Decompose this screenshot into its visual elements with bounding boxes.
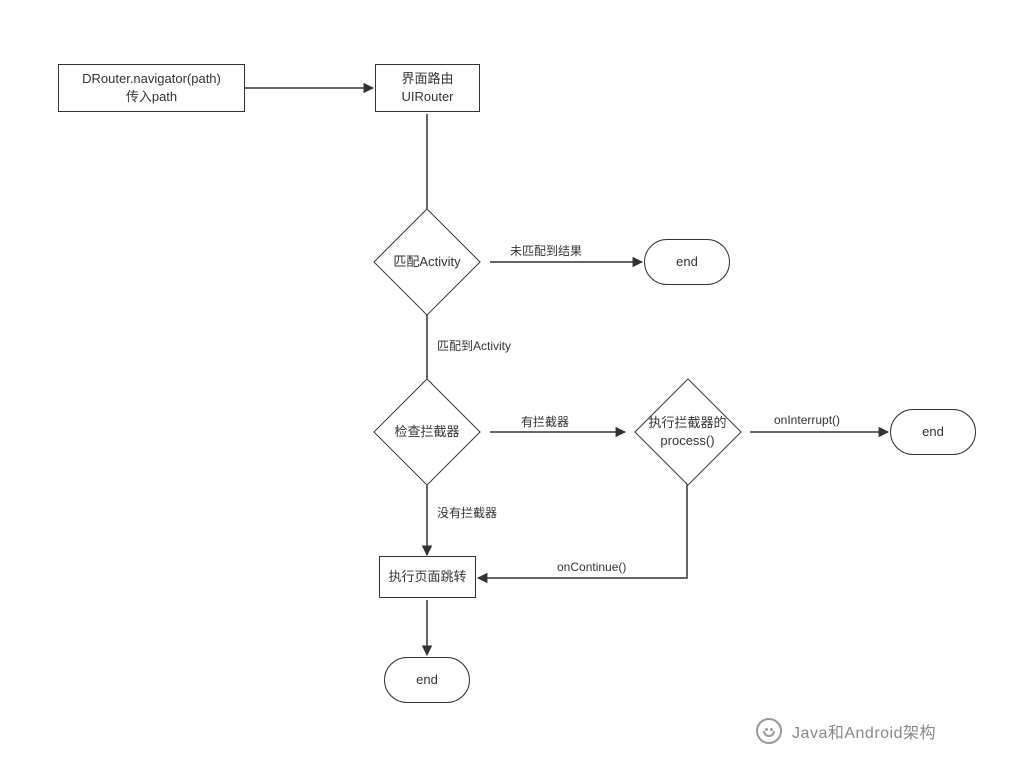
node-end-3-label: end (416, 671, 438, 689)
node-start-line2: 传入path (126, 88, 177, 106)
node-start-line1: DRouter.navigator(path) (82, 70, 221, 88)
flowchart-canvas: DRouter.navigator(path) 传入path 界面路由 UIRo… (0, 0, 1016, 762)
node-match-activity-label: 匹配Activity (393, 253, 460, 271)
node-end-1: end (644, 239, 730, 285)
node-end-1-label: end (676, 253, 698, 271)
node-uirouter-line2: UIRouter (401, 88, 453, 106)
edge-no-match: 未匹配到结果 (508, 242, 584, 259)
edge-has-interceptor: 有拦截器 (519, 413, 571, 430)
node-start: DRouter.navigator(path) 传入path (58, 64, 245, 112)
node-end-3: end (384, 657, 470, 703)
node-end-2-label: end (922, 423, 944, 441)
node-uirouter-line1: 界面路由 (401, 70, 453, 88)
edge-on-continue: onContinue() (555, 560, 628, 574)
watermark-text: Java和Android架构 (792, 719, 936, 743)
node-exec-interceptor-line1: 执行拦截器的 (648, 414, 726, 432)
edge-no-interceptor: 没有拦截器 (435, 504, 499, 521)
node-exec-interceptor-line2: process() (660, 432, 714, 450)
connectors-layer (0, 0, 1016, 762)
node-end-2: end (890, 409, 976, 455)
edge-on-interrupt: onInterrupt() (772, 413, 842, 427)
node-exec-page-jump-label: 执行页面跳转 (388, 568, 466, 586)
node-uirouter: 界面路由 UIRouter (375, 64, 480, 112)
node-check-interceptor-label: 检查拦截器 (394, 423, 459, 441)
node-check-interceptor: 检查拦截器 (364, 392, 490, 472)
wechat-icon (756, 718, 782, 744)
node-exec-page-jump: 执行页面跳转 (379, 556, 476, 598)
node-match-activity: 匹配Activity (364, 222, 490, 302)
watermark: Java和Android架构 (756, 718, 936, 744)
edge-matched: 匹配到Activity (435, 337, 513, 354)
node-exec-interceptor: 执行拦截器的 process() (625, 392, 750, 472)
